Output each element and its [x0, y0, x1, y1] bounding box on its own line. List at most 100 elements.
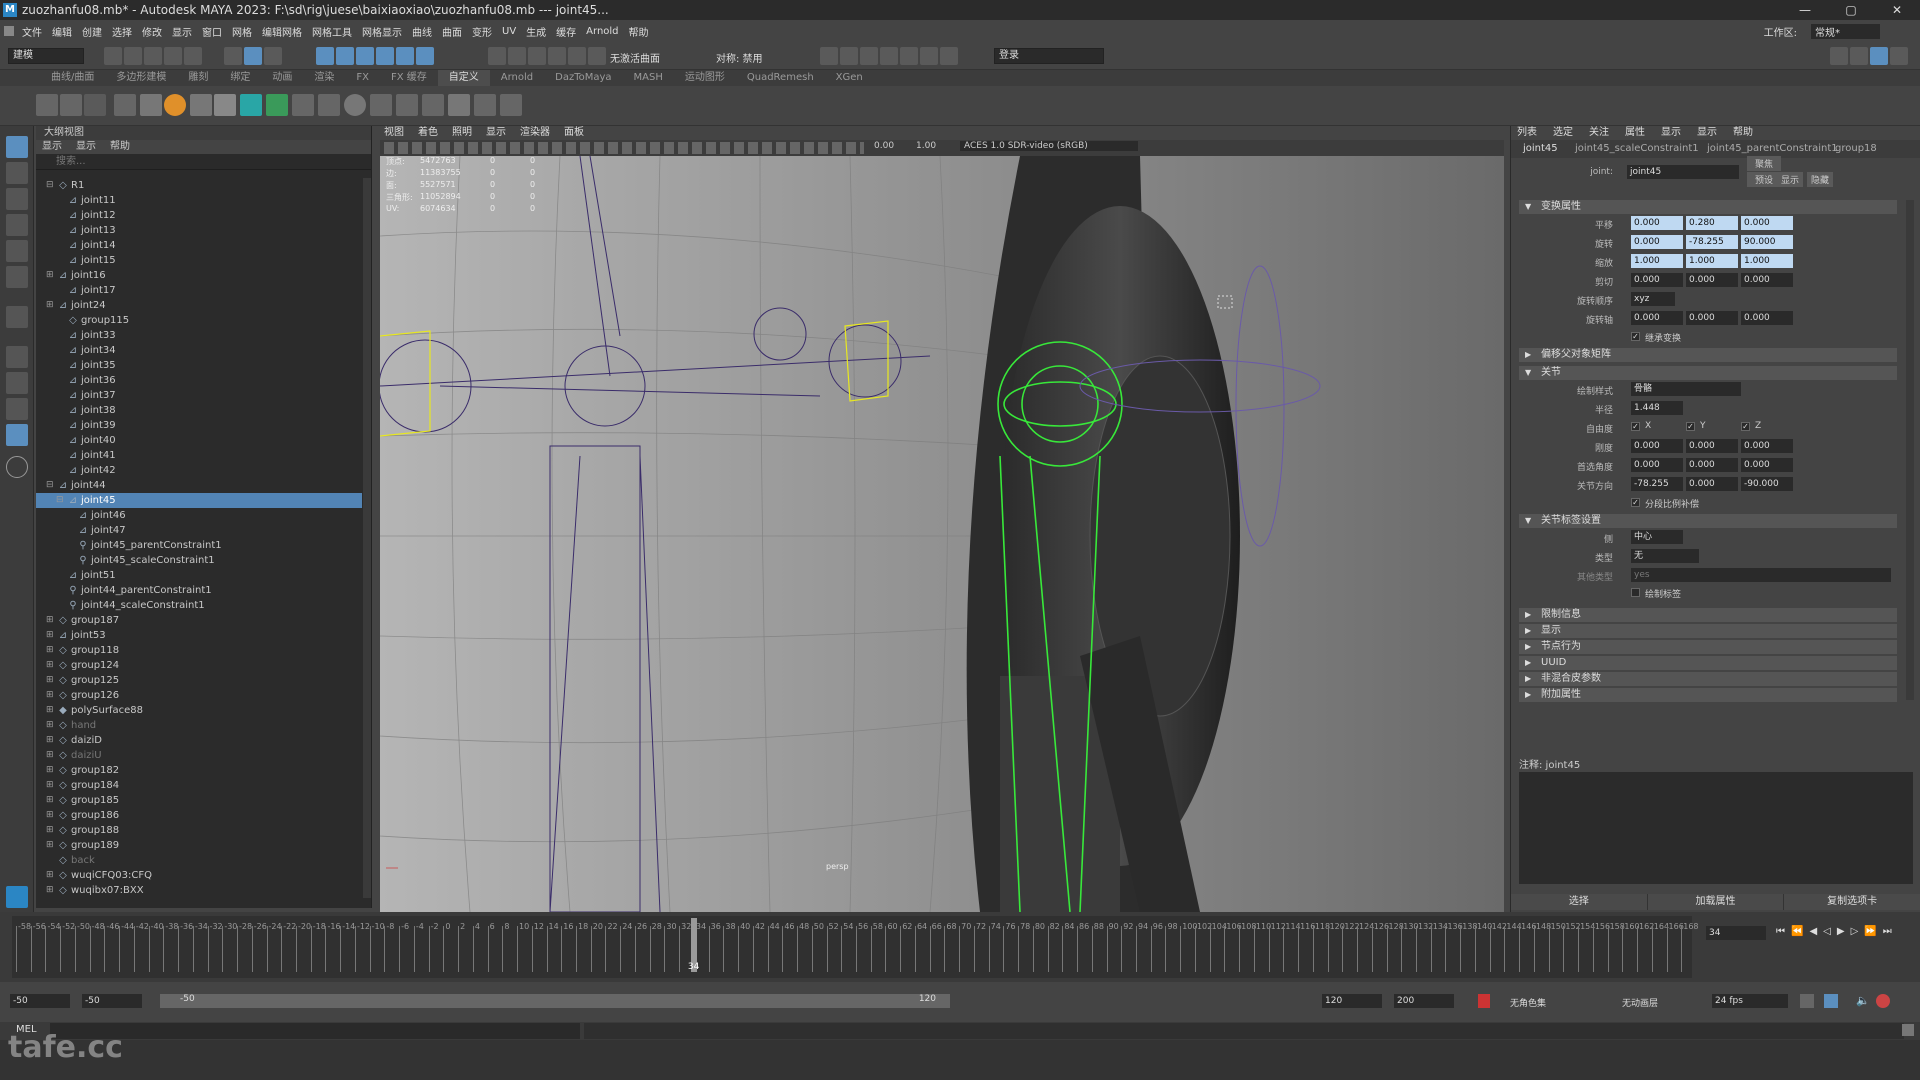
select-object-icon[interactable]: [244, 47, 262, 65]
outliner-row[interactable]: ⚲ joint45_scaleConstraint1: [36, 553, 362, 568]
hide-button[interactable]: 隐藏: [1807, 172, 1834, 187]
outliner-row[interactable]: ⊿ joint34: [36, 343, 362, 358]
shelf-tool-11-icon[interactable]: [292, 94, 314, 116]
close-button[interactable]: ✕: [1874, 0, 1920, 20]
rotate-axis-y-field[interactable]: 0.000: [1686, 311, 1738, 325]
lasso-tool-icon[interactable]: [6, 162, 28, 184]
outliner-row[interactable]: ⊿ joint47: [36, 523, 362, 538]
menu-set-dropdown[interactable]: 建模: [8, 48, 84, 64]
four-view-icon[interactable]: [6, 372, 28, 394]
outliner-row[interactable]: ⊞ ◇ wuqiCFQ03:CFQ: [36, 868, 362, 883]
load-attributes-button[interactable]: 加载属性: [1647, 894, 1785, 910]
section-node-behavior[interactable]: ▶ 节点行为: [1519, 640, 1897, 654]
outliner-row[interactable]: ◇ back: [36, 853, 362, 868]
translate-x-field[interactable]: 0.000: [1631, 216, 1683, 230]
outliner-row[interactable]: ⚲ joint45_parentConstraint1: [36, 538, 362, 553]
rotate-x-field[interactable]: 0.000: [1631, 235, 1683, 249]
menu-mesh-tools[interactable]: 网格工具: [312, 24, 352, 39]
menu-surfaces[interactable]: 曲面: [442, 24, 462, 39]
presets-button[interactable]: 预设: [1747, 172, 1782, 187]
scene-start-field[interactable]: -50: [10, 994, 70, 1008]
menu-arnold[interactable]: Arnold: [586, 26, 618, 37]
bulb-icon[interactable]: [214, 94, 236, 116]
shelf-tab-custom[interactable]: 自定义: [437, 70, 490, 86]
draw-style-dropdown[interactable]: 骨骼: [1631, 382, 1741, 396]
snap-live-icon[interactable]: [588, 47, 606, 65]
outliner-menu-display[interactable]: 显示: [42, 140, 62, 154]
expand-toggle-icon[interactable]: ⊞: [46, 613, 54, 628]
joint-tool-icon[interactable]: [190, 94, 212, 116]
step-back-icon[interactable]: ◀︎: [1809, 926, 1817, 937]
select-joint-icon[interactable]: [336, 47, 354, 65]
vp-menu-view[interactable]: 视图: [384, 126, 404, 140]
hypershade-icon[interactable]: [900, 47, 918, 65]
shear-z-field[interactable]: 0.000: [1741, 273, 1793, 287]
outliner-menu-show[interactable]: 显示: [76, 140, 96, 154]
vp-menu-panels[interactable]: 面板: [564, 126, 584, 140]
outliner-row[interactable]: ⊞ ◇ wuqibx07:BXX: [36, 883, 362, 898]
modeling-toolkit-icon[interactable]: [1830, 47, 1848, 65]
expand-toggle-icon[interactable]: ⊞: [46, 793, 54, 808]
outliner-row[interactable]: ⊿ joint14: [36, 238, 362, 253]
outliner-row[interactable]: ⊟ ⊿ joint45: [36, 493, 362, 508]
viewport-tool-icons[interactable]: [384, 142, 864, 154]
attr-tab-parent-constraint[interactable]: joint45_parentConstraint1: [1707, 143, 1838, 154]
select-component-icon[interactable]: [264, 47, 282, 65]
joint-orient-x-field[interactable]: -78.255: [1631, 477, 1683, 491]
joint-orient-y-field[interactable]: 0.000: [1686, 477, 1738, 491]
menu-edit-mesh[interactable]: 编辑网格: [262, 24, 302, 39]
joint-orient-z-field[interactable]: -90.000: [1741, 477, 1793, 491]
stiffness-z-field[interactable]: 0.000: [1741, 439, 1793, 453]
shelf-tool-14-icon[interactable]: [370, 94, 392, 116]
loop-icon[interactable]: [1800, 994, 1814, 1008]
cyan-joint-icon[interactable]: [240, 94, 262, 116]
search-icon[interactable]: [6, 456, 28, 478]
shelf-tool-18-icon[interactable]: [474, 94, 496, 116]
attr-menu-attributes[interactable]: 属性: [1625, 126, 1645, 140]
snap-view-plane-icon[interactable]: [568, 47, 586, 65]
radius-field[interactable]: 1.448: [1631, 401, 1683, 415]
preferred-z-field[interactable]: 0.000: [1741, 458, 1793, 472]
orange-sphere-icon[interactable]: [164, 94, 186, 116]
shelf-tool-1-icon[interactable]: [36, 94, 58, 116]
menu-create[interactable]: 创建: [82, 24, 102, 39]
scene-end-field[interactable]: 200: [1394, 994, 1454, 1008]
segment-scale-checkbox[interactable]: ✓: [1631, 498, 1640, 507]
shelf-tool-19-icon[interactable]: [500, 94, 522, 116]
section-offset-parent[interactable]: ▶ 偏移父对象矩阵: [1519, 348, 1897, 362]
save-scene-icon[interactable]: [144, 47, 162, 65]
fps-dropdown[interactable]: 24 fps: [1712, 994, 1788, 1008]
select-curve-icon[interactable]: [356, 47, 374, 65]
shear-y-field[interactable]: 0.000: [1686, 273, 1738, 287]
ipr-render-icon[interactable]: [860, 47, 878, 65]
step-back-key-icon[interactable]: ⏪: [1791, 926, 1803, 937]
outliner-row[interactable]: ⊞ ◇ group187: [36, 613, 362, 628]
green-square-icon[interactable]: [266, 94, 288, 116]
menu-help[interactable]: 帮助: [629, 24, 649, 39]
scale-y-field[interactable]: 1.000: [1686, 254, 1738, 268]
outliner-row[interactable]: ◇ group115: [36, 313, 362, 328]
render-view-icon[interactable]: [820, 47, 838, 65]
current-frame-field[interactable]: 34: [1706, 926, 1766, 940]
section-joint-label-settings[interactable]: ▼ 关节标签设置: [1519, 514, 1897, 528]
translate-y-field[interactable]: 0.280: [1686, 216, 1738, 230]
sound-icon[interactable]: 🔈: [1856, 994, 1870, 1007]
menu-modify[interactable]: 修改: [142, 24, 162, 39]
menu-edit[interactable]: 编辑: [52, 24, 72, 39]
outliner-row[interactable]: ⊿ joint11: [36, 193, 362, 208]
auto-key-icon[interactable]: [1478, 994, 1490, 1008]
character-controls-icon[interactable]: [1850, 47, 1868, 65]
outliner-row[interactable]: ⊿ joint35: [36, 358, 362, 373]
outliner-row[interactable]: ⊿ joint36: [36, 373, 362, 388]
timeline-track[interactable]: -58 -56 -54 -52 -50 -48 -46 -44 -42 -40 -38 -36 -34-…: [12, 916, 1699, 978]
exposure-field[interactable]: 0.00: [874, 141, 894, 151]
go-to-start-icon[interactable]: ⏮: [1776, 926, 1785, 937]
expand-toggle-icon[interactable]: ⊟: [46, 178, 54, 193]
range-bar-track[interactable]: -50 120: [160, 994, 950, 1008]
section-joint[interactable]: ▼ 关节: [1519, 366, 1897, 380]
new-scene-icon[interactable]: [104, 47, 122, 65]
color-space-dropdown[interactable]: ACES 1.0 SDR-video (sRGB): [960, 141, 1138, 151]
outliner-row[interactable]: ⊟ ◇ R1: [36, 178, 362, 193]
expand-toggle-icon[interactable]: ⊞: [46, 268, 54, 283]
workspace-dropdown[interactable]: 常规*: [1811, 24, 1880, 39]
